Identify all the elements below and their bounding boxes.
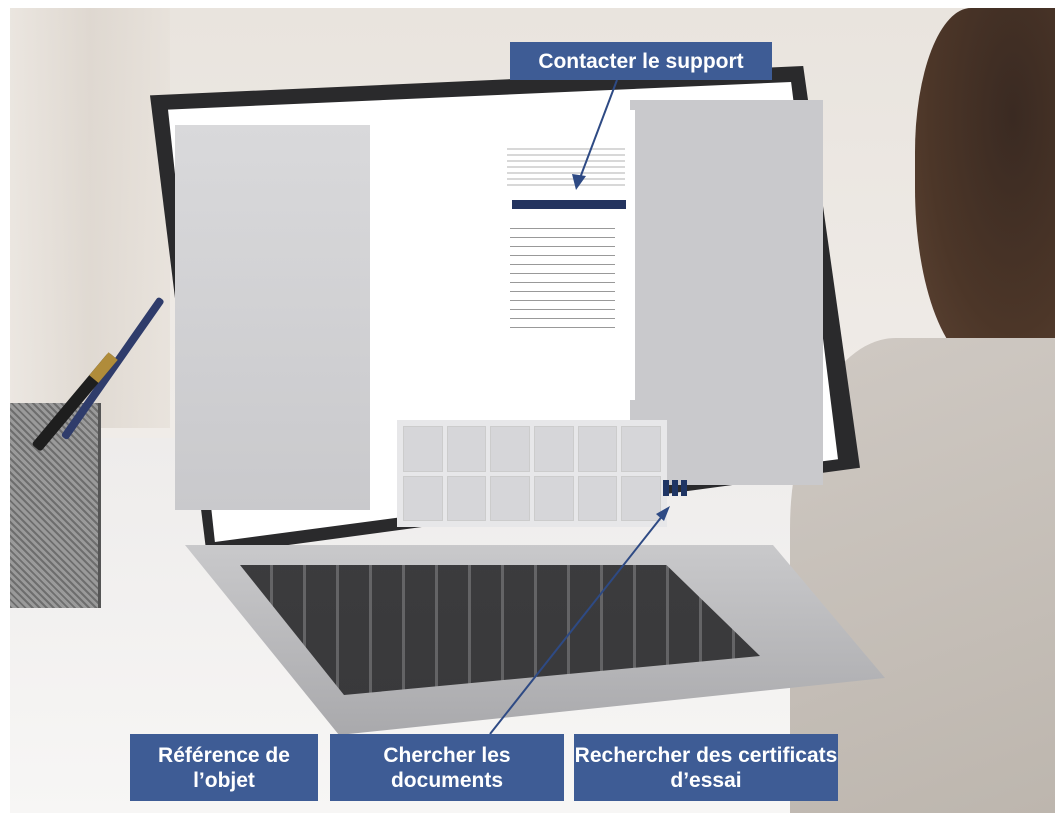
screen-product-content xyxy=(500,110,635,400)
thumbnail-item[interactable] xyxy=(490,426,530,472)
thumbnail-item[interactable] xyxy=(577,475,618,521)
thumbnail-item[interactable] xyxy=(534,426,574,472)
screen-left-panel xyxy=(175,125,370,510)
screen-spec-table xyxy=(510,222,615,330)
window-blur xyxy=(10,8,170,428)
thumbnail-item[interactable] xyxy=(403,426,443,472)
person-head xyxy=(915,8,1055,368)
screen-reference-button[interactable] xyxy=(663,480,669,496)
thumbnail-item[interactable] xyxy=(621,426,661,472)
callout-contact-support: Contacter le support xyxy=(510,42,772,80)
thumbnail-item[interactable] xyxy=(446,475,487,521)
thumbnail-item[interactable] xyxy=(446,426,487,472)
screen-contact-button[interactable] xyxy=(512,200,626,209)
screen-bottom-buttons xyxy=(663,480,848,496)
thumbnail-item[interactable] xyxy=(403,475,443,521)
screen-documents-button[interactable] xyxy=(672,480,678,496)
thumbnail-item[interactable] xyxy=(534,475,574,521)
callout-object-reference: Référence de l’objet xyxy=(130,734,318,801)
callout-search-documents: Chercher les documents xyxy=(330,734,564,801)
thumbnail-item[interactable] xyxy=(490,475,530,521)
screen-thumbnail-grid xyxy=(397,420,667,527)
callout-search-certificates: Rechercher des certificats d’essai xyxy=(574,734,838,801)
thumbnail-item[interactable] xyxy=(621,475,661,521)
screen-product-description xyxy=(507,148,625,188)
screen-certificates-button[interactable] xyxy=(681,480,687,496)
thumbnail-item[interactable] xyxy=(577,426,618,472)
